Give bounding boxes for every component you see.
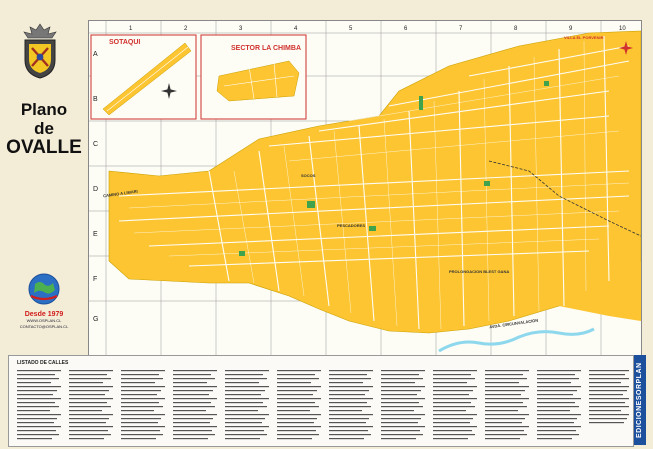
map-canvas	[89, 21, 641, 355]
grid-col-5: 5	[349, 26, 353, 32]
grid-row-a: A	[93, 51, 98, 58]
street-index-columns	[17, 370, 629, 440]
city-map[interactable]: 1 2 3 4 5 6 7 8 9 10 A B C D E F G SOTAQ…	[88, 20, 642, 356]
label-socos: SOCOS	[301, 173, 316, 178]
left-panel: Plano de OVALLE Desde 1979 WWW.OSPLAN.CL…	[0, 0, 88, 352]
grid-col-6: 6	[404, 26, 408, 32]
grid-row-e: E	[93, 231, 98, 238]
grid-col-4: 4	[294, 26, 298, 32]
grid-col-9: 9	[569, 26, 573, 32]
grid-row-d: D	[93, 186, 99, 193]
grid-row-g: G	[93, 316, 99, 323]
since-text: Desde 1979	[24, 311, 64, 318]
publisher-logo: Desde 1979 WWW.OSPLAN.CL CONTACTO@OSPLAN…	[12, 272, 76, 330]
title-line-3: OVALLE	[6, 137, 82, 158]
grid-row-c: C	[93, 141, 99, 148]
map-title: Plano de OVALLE	[0, 100, 88, 157]
inset-sotaqui-label: SOTAQUI	[109, 39, 141, 46]
grid-col-10: 10	[619, 26, 626, 32]
river	[438, 327, 595, 353]
title-line-1: Plano	[20, 100, 68, 119]
label-pescadores: PESCADORES	[337, 223, 366, 228]
street-index-header: LISTADO DE CALLES	[17, 360, 69, 366]
city-crest-icon	[23, 23, 57, 79]
publisher-side-band: EDICIONESORPLAN	[634, 355, 646, 445]
inset-sotaqui	[90, 34, 197, 120]
grid-col-2: 2	[184, 26, 188, 32]
grid-row-b: B	[93, 96, 98, 103]
grid-col-1: 1	[129, 26, 133, 32]
title-line-2: de	[34, 119, 54, 138]
globe-icon	[28, 273, 60, 305]
inset-la-chimba-label: SECTOR LA CHIMBA	[231, 45, 301, 52]
grid-col-3: 3	[239, 26, 243, 32]
label-prolongacion: PROLONGACION BLEST GANA	[449, 269, 510, 274]
grid-col-8: 8	[514, 26, 518, 32]
label-villa: VILLA EL PORVENIR	[564, 35, 604, 40]
grid-col-7: 7	[459, 26, 463, 32]
grid-row-f: F	[93, 276, 98, 283]
street-index: LISTADO DE CALLES	[8, 355, 634, 447]
publisher-email: CONTACTO@OSPLAN.CL	[19, 324, 69, 329]
